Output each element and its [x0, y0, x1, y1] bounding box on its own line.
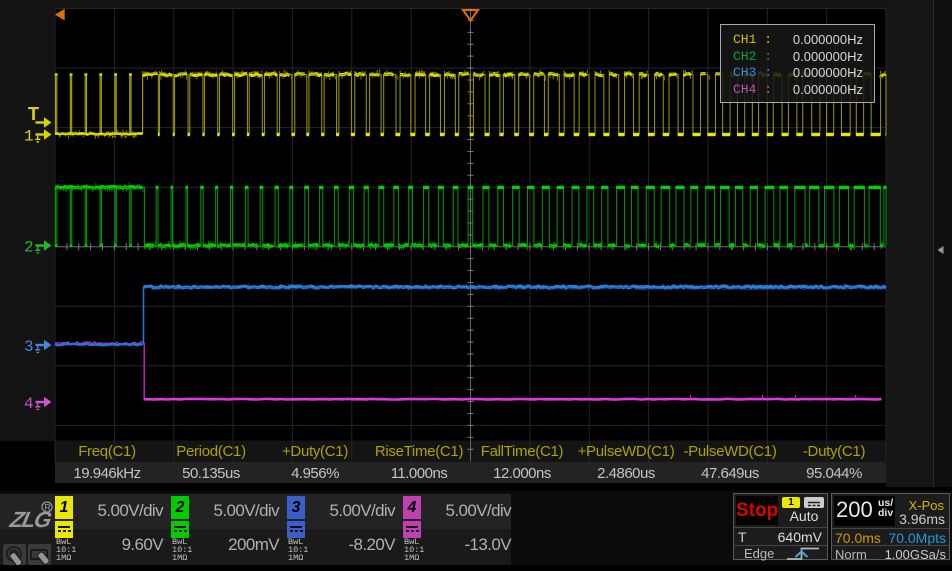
svg-text:T: T — [28, 104, 39, 124]
svg-text:3: 3 — [24, 338, 34, 356]
svg-text:4: 4 — [24, 395, 34, 413]
svg-text:1: 1 — [24, 128, 34, 146]
svg-text:2: 2 — [24, 239, 34, 257]
svg-text:R: R — [44, 503, 51, 513]
